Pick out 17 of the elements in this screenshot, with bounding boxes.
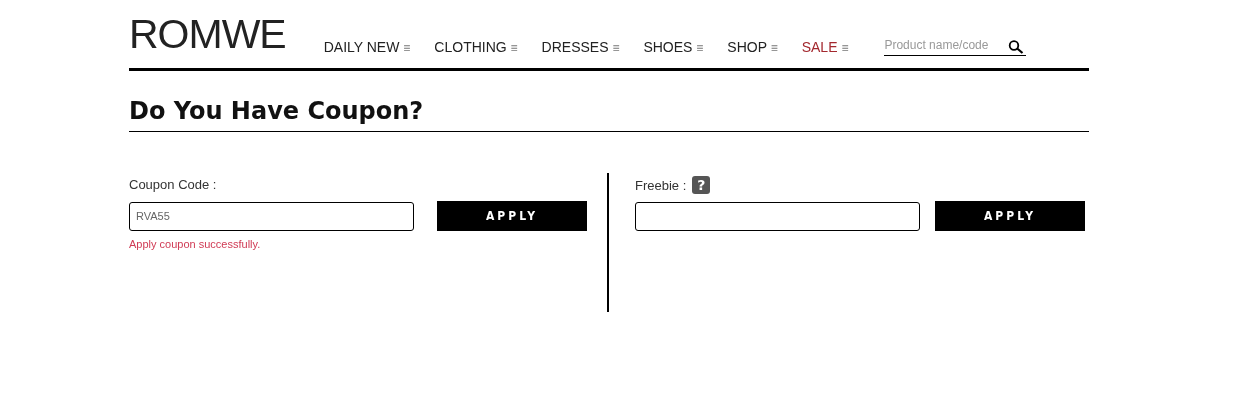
nav-link[interactable]: SHOP ≡: [727, 39, 778, 55]
nav-link[interactable]: SALE ≡: [801, 39, 849, 55]
help-icon[interactable]: ?: [692, 176, 711, 194]
coupon-input[interactable]: RVA55: [129, 201, 414, 231]
apply-button[interactable]: APPLY: [437, 201, 587, 231]
success-message: Apply coupon successfully.: [129, 238, 262, 250]
logo[interactable]: ROMWE: [129, 14, 286, 55]
nav-link[interactable]: DAILY NEW ≡: [323, 39, 411, 55]
apply-button[interactable]: APPLY: [935, 201, 1085, 231]
nav-link[interactable]: SHOES ≡: [643, 39, 704, 55]
nav-link[interactable]: DRESSES ≡: [541, 39, 620, 55]
freebie-input[interactable]: [635, 201, 920, 231]
field-label: Freebie :: [635, 177, 687, 193]
search-icon[interactable]: [1008, 39, 1025, 54]
field-label: Coupon Code :: [129, 177, 218, 192]
nav-link[interactable]: CLOTHING ≡: [434, 39, 518, 55]
page-title: Do You Have Coupon?: [129, 97, 425, 125]
